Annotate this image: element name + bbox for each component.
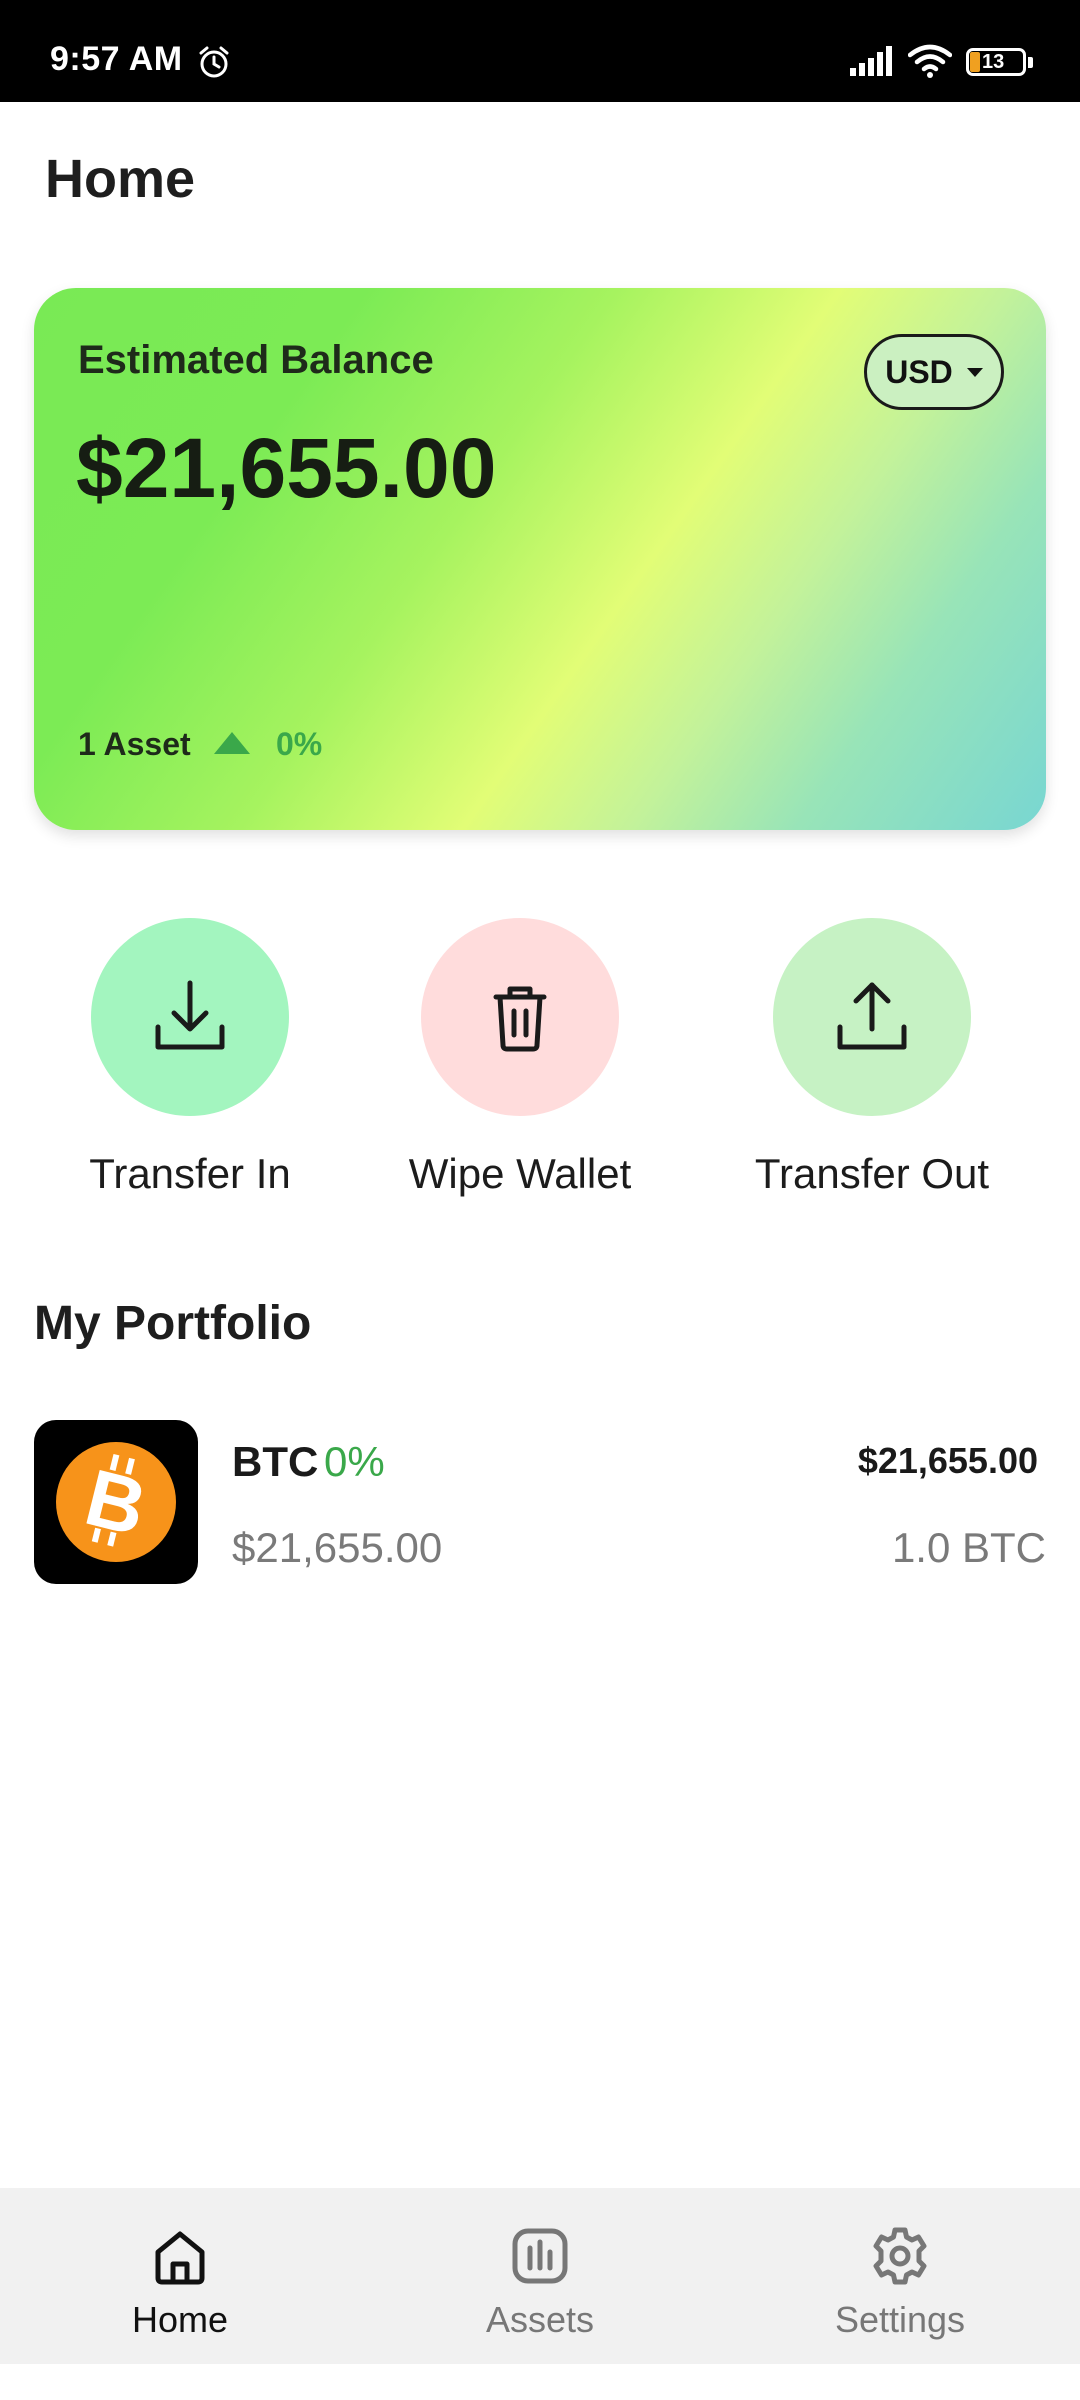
- transfer-in-circle[interactable]: [91, 918, 289, 1116]
- bottom-nav: Home Assets Settings: [0, 2188, 1080, 2364]
- wipe-wallet-button[interactable]: Wipe Wallet: [390, 918, 650, 1218]
- home-icon: [155, 2231, 205, 2285]
- transfer-out-circle[interactable]: [773, 918, 971, 1116]
- portfolio-item-btc[interactable]: B BTC 0% $21,655.00 $21,655.00 1.0 BTC: [34, 1420, 1046, 1586]
- gear-icon: [873, 2227, 927, 2285]
- balance-label: Estimated Balance: [78, 338, 434, 382]
- currency-selector[interactable]: USD: [864, 334, 1004, 410]
- wipe-wallet-circle[interactable]: [421, 918, 619, 1116]
- bitcoin-icon: B: [56, 1442, 176, 1562]
- transfer-out-label: Transfer Out: [754, 1150, 990, 1197]
- balance-change: 0%: [276, 726, 323, 762]
- nav-item-settings[interactable]: Settings: [750, 2188, 1050, 2364]
- coin-value: $21,655.00: [857, 1440, 1038, 1481]
- portfolio-title: My Portfolio: [34, 1297, 312, 1350]
- transfer-in-label: Transfer In: [89, 1150, 291, 1197]
- asset-count: 1 Asset: [78, 726, 191, 762]
- download-icon: [155, 980, 225, 1050]
- signal-icon: [850, 46, 894, 81]
- currency-label: USD: [885, 353, 953, 390]
- transfer-out-button[interactable]: Transfer Out: [742, 918, 1002, 1218]
- arrow-up-icon: [214, 732, 250, 754]
- transfer-in-button[interactable]: Transfer In: [60, 918, 320, 1218]
- coin-symbol: BTC: [232, 1438, 319, 1485]
- battery-icon: 13: [966, 48, 1036, 80]
- balance-card: Estimated Balance $21,655.00 USD 1 Asset…: [34, 288, 1046, 830]
- coin-change: 0%: [324, 1438, 385, 1485]
- coin-quantity: 1.0 BTC: [891, 1524, 1046, 1571]
- status-bar: 9:57 AM 13: [0, 0, 1080, 102]
- battery-level: 13: [982, 51, 1005, 73]
- balance-amount: $21,655.00: [76, 421, 497, 515]
- upload-icon: [837, 982, 907, 1050]
- nav-label-settings: Settings: [834, 2299, 966, 2340]
- nav-label-home: Home: [131, 2299, 229, 2340]
- alarm-icon: [196, 44, 232, 85]
- nav-label-assets: Assets: [485, 2299, 595, 2340]
- page-title: Home: [45, 149, 196, 209]
- nav-item-home[interactable]: Home: [30, 2188, 330, 2364]
- wifi-icon: [907, 44, 953, 83]
- chart-icon: [512, 2228, 568, 2284]
- coin-price: $21,655.00: [232, 1524, 443, 1571]
- wipe-wallet-label: Wipe Wallet: [408, 1150, 632, 1197]
- nav-item-assets[interactable]: Assets: [390, 2188, 690, 2364]
- coin-tile: B: [34, 1420, 198, 1584]
- caret-down-icon: [966, 367, 983, 377]
- status-time: 9:57 AM: [50, 40, 183, 78]
- gesture-bar-area: [0, 2364, 1080, 2400]
- trash-icon: [493, 986, 547, 1052]
